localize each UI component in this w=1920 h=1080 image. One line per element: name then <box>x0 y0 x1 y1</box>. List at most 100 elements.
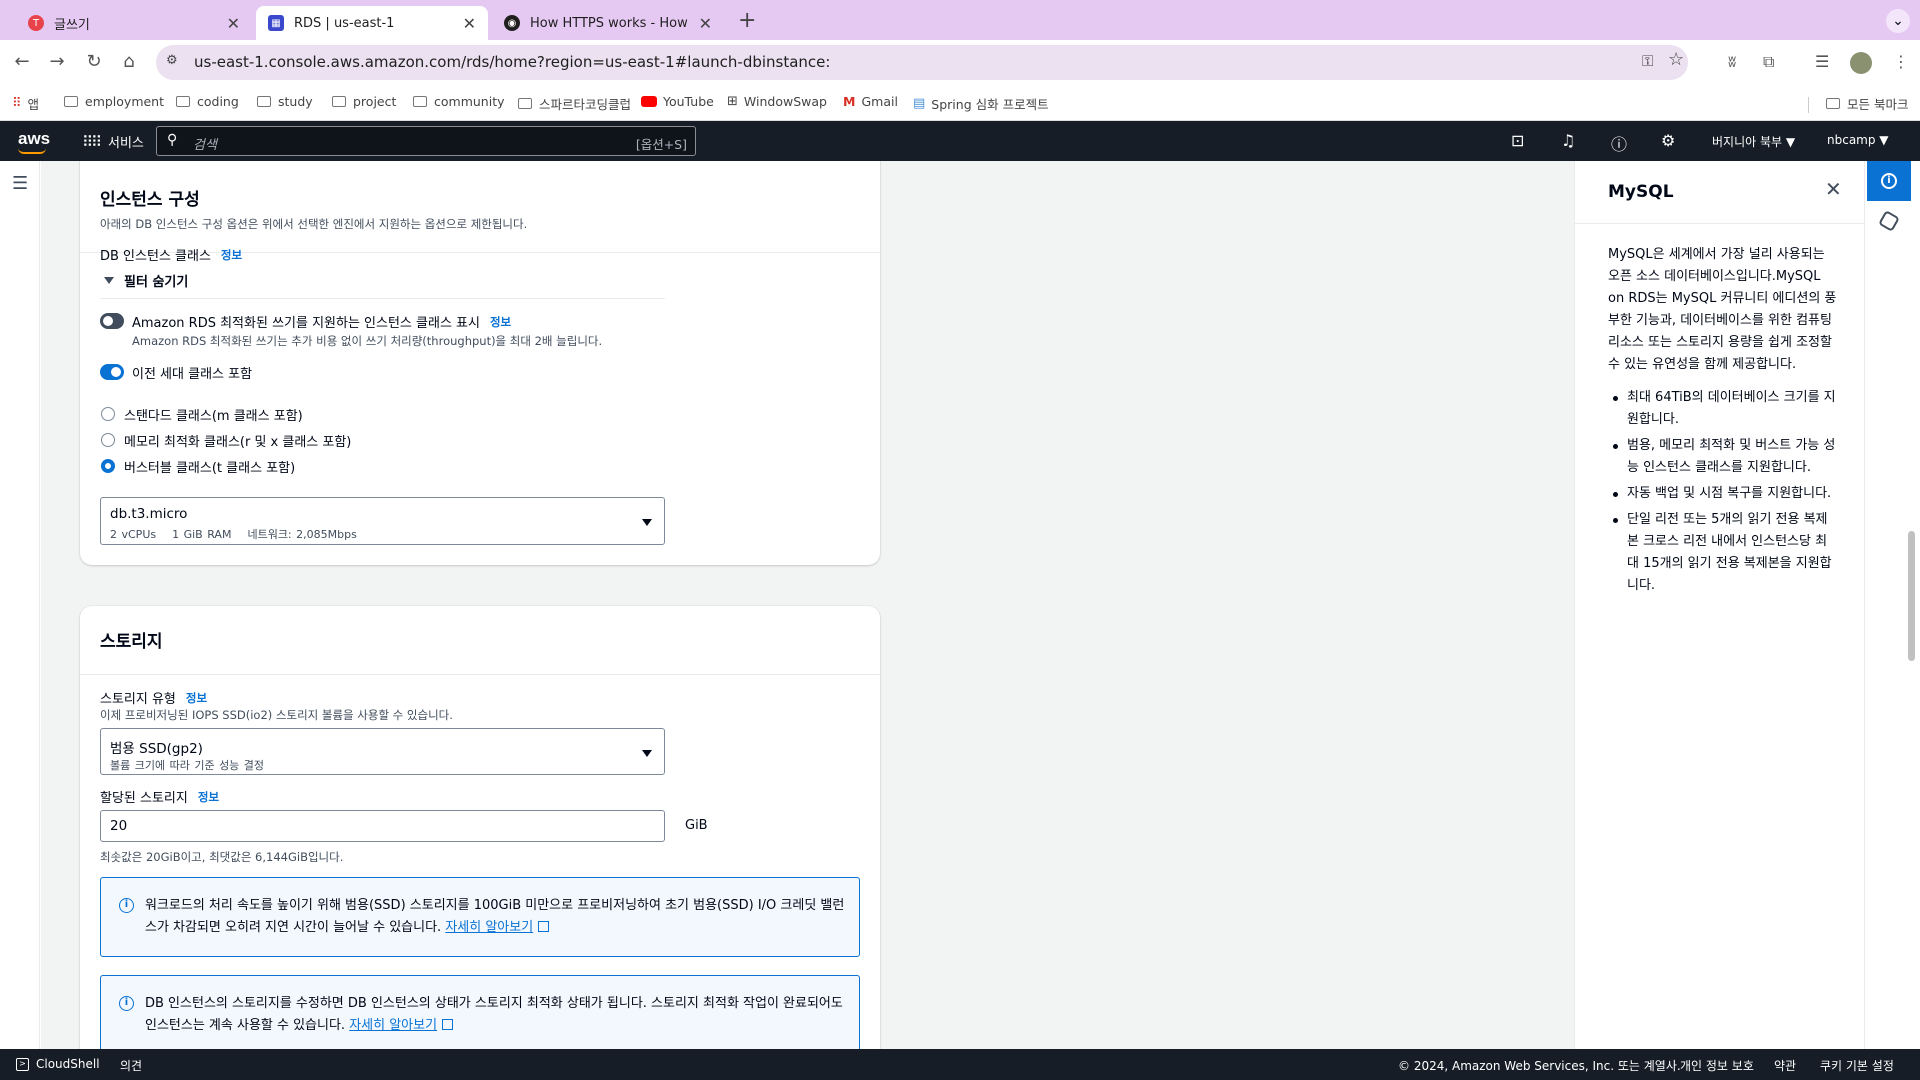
radio-memory-class[interactable] <box>101 433 115 447</box>
close-tab-icon[interactable]: ✕ <box>463 14 476 33</box>
help-icon[interactable]: ⓘ <box>1611 131 1627 155</box>
optimized-writes-info-link[interactable]: 정보 <box>490 314 511 330</box>
burstable-class-label: 버스터블 클래스(t 클래스 포함) <box>124 461 296 476</box>
bookmark-spring[interactable]: ▤ Spring 심화 프로젝트 <box>913 94 1049 113</box>
db-class-info-link[interactable]: 정보 <box>221 247 242 263</box>
learn-more-link[interactable]: 자세히 알아보기 <box>445 920 550 935</box>
home-icon[interactable]: ⌂ <box>117 50 141 74</box>
bookmark-community[interactable]: community <box>413 94 505 109</box>
menu-dots-icon[interactable]: ⋮ <box>1893 52 1909 71</box>
address-bar[interactable]: ⚙ us-east-1.console.aws.amazon.com/rds/h… <box>156 45 1688 80</box>
profile-avatar[interactable] <box>1850 52 1872 74</box>
hexagon-icon[interactable] <box>1878 210 1900 232</box>
learn-more-link[interactable]: 자세히 알아보기 <box>349 1018 454 1033</box>
bookmark-all[interactable]: 모든 북마크 <box>1826 94 1908 113</box>
cloudshell-icon[interactable]: ⊡ <box>1511 131 1524 150</box>
memory-class-label: 메모리 최적화 클래스(r 및 x 클래스 포함) <box>124 435 352 450</box>
bookmark-label: WindowSwap <box>743 94 827 109</box>
toggle-knob <box>111 367 121 377</box>
bookmark-label: project <box>353 94 397 109</box>
db-class-label-row: DB 인스턴스 클래스 정보 <box>100 245 242 265</box>
notifications-bell-icon[interactable]: ♫ <box>1561 131 1575 150</box>
storage-type-select[interactable]: 범용 SSD(gp2) 볼륨 크기에 따라 기준 성능 결정 <box>100 728 665 775</box>
region-selector[interactable]: 버지니아 북부 ▼ <box>1712 133 1795 150</box>
radio-standard-class[interactable] <box>101 407 115 421</box>
rds-favicon-icon: ▦ <box>268 15 284 31</box>
copyright-text: © 2024, Amazon Web Services, Inc. 또는 계열사… <box>1398 1059 1681 1073</box>
bookmark-star-icon[interactable]: ☆ <box>1668 49 1684 70</box>
filter-toggle[interactable]: 필터 숨기기 <box>104 271 188 290</box>
settings-gear-icon[interactable]: ⚙ <box>1661 131 1675 150</box>
bookmark-label: YouTube <box>663 94 714 109</box>
storage-type-value-desc: 볼륨 크기에 따라 기준 성능 결정 <box>110 759 265 772</box>
gp2-info-alert: i 워크로드의 처리 속도를 높이기 위해 범용(SSD) 스토리지를 100G… <box>100 877 860 957</box>
account-menu[interactable]: nbcamp ▼ <box>1827 133 1889 147</box>
help-intro: MySQL은 세계에서 가장 널리 사용되는 오픈 소스 데이터베이스입니다.M… <box>1608 247 1837 372</box>
optimized-writes-toggle[interactable] <box>100 313 124 329</box>
site-info-icon[interactable]: ⚙ <box>166 53 186 73</box>
close-tab-icon[interactable]: ✕ <box>227 14 240 33</box>
bookmark-youtube[interactable]: YouTube <box>641 94 714 109</box>
tab-rds[interactable]: ▦ RDS | us-east-1 ✕ <box>256 6 488 40</box>
bookmark-gmail[interactable]: M Gmail <box>843 94 898 109</box>
page-scrollbar[interactable] <box>1908 531 1915 661</box>
extension-icon[interactable]: ʬ <box>1728 52 1736 71</box>
cookie-preferences-link[interactable]: 쿠키 기본 설정 <box>1820 1057 1894 1074</box>
allocated-storage-info-link[interactable]: 정보 <box>198 789 219 805</box>
storage-panel: 스토리지 스토리지 유형 정보 이제 프로비저닝된 IOPS SSD(io2) … <box>80 606 880 1049</box>
grid-icon: ⠿⠿ <box>82 132 102 151</box>
password-key-icon[interactable]: ⚿ <box>1642 52 1653 70</box>
previous-gen-toggle[interactable] <box>100 364 124 380</box>
terms-link[interactable]: 약관 <box>1774 1057 1796 1074</box>
external-link-icon <box>442 1019 454 1030</box>
aws-logo[interactable]: aws <box>18 129 50 149</box>
folder-icon <box>332 96 346 107</box>
search-input[interactable]: ⚲ 검색 [옵션+S] <box>156 126 696 156</box>
dropdown-caret-icon <box>642 519 652 526</box>
puzzle-icon[interactable]: ⧉ <box>1763 52 1774 72</box>
hamburger-menu-icon[interactable]: ☰ <box>12 173 28 194</box>
bookmark-apps[interactable]: ⠿ 앱 <box>12 94 39 113</box>
instance-class-select[interactable]: db.t3.micro 2 vCPUs 1 GiB RAM 네트워크: 2,085M… <box>100 497 665 545</box>
bookmark-label: 앱 <box>27 97 40 112</box>
bookmark-label: study <box>278 94 313 109</box>
help-title: MySQL <box>1608 182 1674 202</box>
info-panel-button[interactable]: i <box>1867 161 1911 201</box>
services-menu[interactable]: ⠿⠿ 서비스 <box>82 132 144 152</box>
bookmark-coding[interactable]: coding <box>176 94 239 109</box>
reading-list-icon[interactable]: ☰ <box>1815 52 1829 71</box>
tab-search-chevron-icon[interactable]: ⌄ <box>1886 9 1910 33</box>
feedback-link[interactable]: 의견 <box>120 1057 142 1074</box>
storage-type-value: 범용 SSD(gp2) <box>110 741 203 757</box>
reload-icon[interactable]: ↻ <box>82 50 106 74</box>
forward-icon[interactable]: → <box>45 50 69 74</box>
storage-modify-alert: i DB 인스턴스의 스토리지를 수정하면 DB 인스턴스의 상태가 스토리지 … <box>100 975 860 1049</box>
dropdown-caret-icon <box>642 750 652 757</box>
bookmark-study[interactable]: study <box>257 94 313 109</box>
instance-class-value: db.t3.micro <box>110 506 188 522</box>
bookmark-windowswap[interactable]: ⊞ WindowSwap <box>727 94 827 109</box>
bookmark-employment[interactable]: employment <box>64 94 164 109</box>
info-circle-icon: i <box>119 898 134 913</box>
cloudshell-button[interactable]: > CloudShell <box>16 1057 100 1071</box>
cloudshell-label: CloudShell <box>36 1057 100 1071</box>
tab-title: How HTTPS works - How HT <box>530 15 691 31</box>
storage-type-info-link[interactable]: 정보 <box>186 690 207 706</box>
storage-header: 스토리지 <box>80 606 880 675</box>
close-tab-icon[interactable]: ✕ <box>699 14 712 33</box>
bookmark-label: employment <box>85 94 165 109</box>
tab-https[interactable]: ◉ How HTTPS works - How HT ✕ <box>492 6 724 40</box>
tab-writing[interactable]: T 글쓰기 ✕ <box>16 6 252 40</box>
standard-class-label: 스탠다드 클래스(m 클래스 포함) <box>124 409 303 424</box>
radio-burstable-class[interactable] <box>101 459 115 473</box>
back-icon[interactable]: ← <box>10 50 34 74</box>
previous-gen-label-row: 이전 세대 클래스 포함 <box>132 363 252 382</box>
bookmark-project[interactable]: project <box>332 94 396 109</box>
list-item: 자동 백업 및 시점 복구를 지원합니다. <box>1608 483 1838 505</box>
new-tab-icon[interactable]: + <box>738 8 756 33</box>
bookmark-sparta[interactable]: 스파르타코딩클럽 <box>518 94 631 113</box>
allocated-storage-input[interactable]: 20 <box>100 810 665 842</box>
browser-toolbar: ← → ↻ ⌂ ⚙ us-east-1.console.aws.amazon.c… <box>0 40 1920 85</box>
close-icon[interactable]: ✕ <box>1825 177 1842 201</box>
privacy-link[interactable]: 개인 정보 보호 <box>1680 1057 1754 1074</box>
